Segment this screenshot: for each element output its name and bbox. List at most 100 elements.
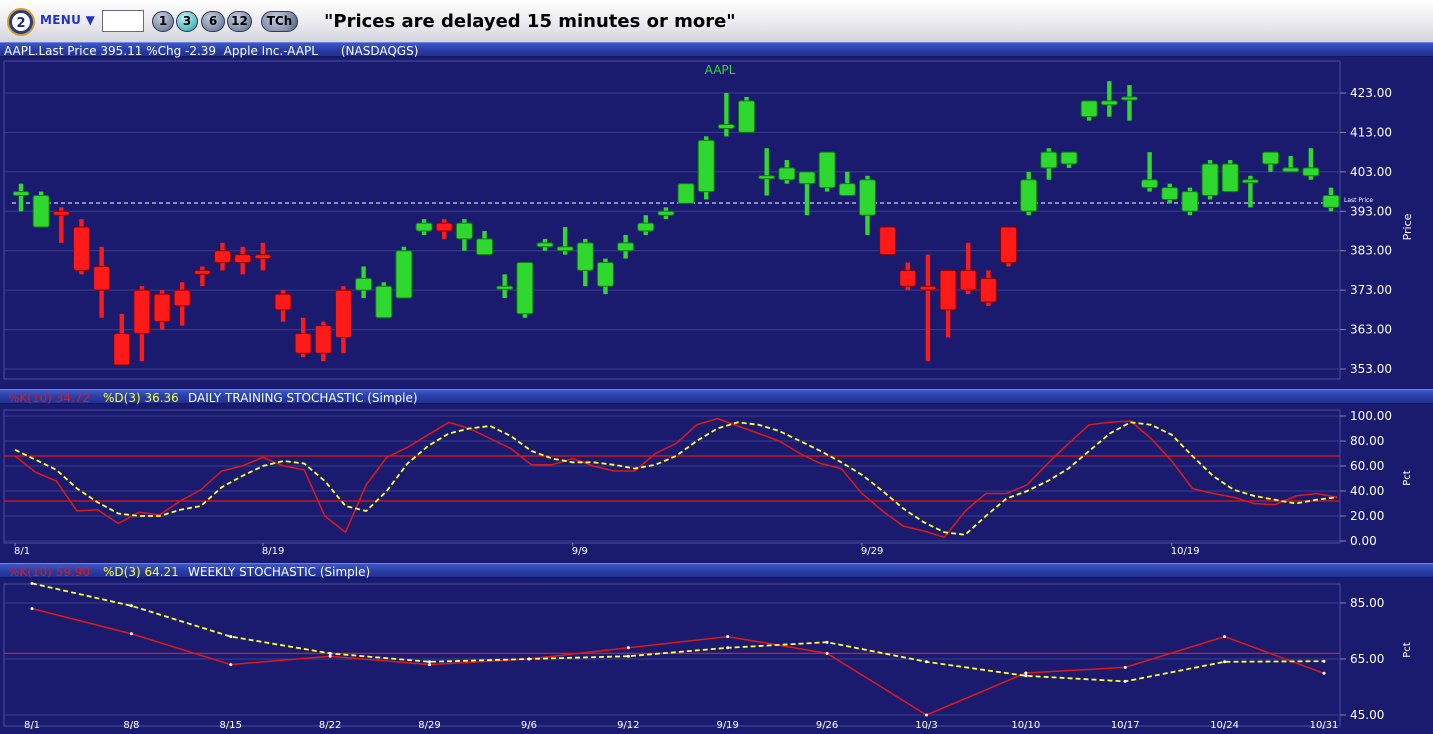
weekly-x-tick-label: 10/31 [1310, 720, 1339, 731]
weekly-tick-label: 85.00 [1350, 596, 1384, 610]
weekly-x-tick-label: 10/24 [1210, 720, 1239, 731]
weekly-data-point [924, 660, 928, 664]
weekly-data-point [428, 660, 432, 664]
weekly-data-point [1322, 659, 1326, 663]
daily-tick-label: 100.00 [1350, 409, 1392, 423]
price-chart[interactable]: 423.00 413.00 403.00 393.00 383.00 373.00 363.… [0, 57, 1433, 389]
candle-up [758, 175, 776, 180]
candle-down [899, 269, 917, 287]
weekly-data-point [1024, 671, 1028, 675]
weekly-x-tick-label: 9/6 [521, 720, 537, 731]
candle-wick [18, 183, 24, 212]
weekly-x-tick-label: 8/22 [319, 720, 341, 731]
weekly-data-point [626, 654, 630, 658]
candle-wick [724, 93, 729, 137]
candle-up [1040, 151, 1058, 169]
weekly-data-point [328, 651, 332, 655]
daily-tick-label: 60.00 [1350, 459, 1384, 473]
candle-down [435, 222, 453, 232]
candle-up [32, 195, 50, 228]
weekly-data-point [328, 654, 332, 658]
candle-down [254, 254, 272, 260]
weekly-stochastic-chart[interactable]: 85.00 65.00 45.00 Pct 8/1 8/8 8/15 8/22 8/29 9/6 9… [0, 578, 1433, 734]
weekly-stoch-header-bar: %K(10) 59.90 %D(3) 64.21 WEEKLY STOCHAST… [0, 563, 1433, 579]
daily-k-value: %K(10) 34.72 [8, 391, 91, 405]
price-chart-title: AAPL [705, 63, 736, 77]
weekly-k-value: %K(10) 59.90 [8, 565, 91, 579]
candle-up [798, 171, 816, 185]
candle-down [274, 293, 292, 311]
candle-wick [764, 148, 769, 196]
toolbar: 2 MENU ▼ 1 3 6 12 TCh "Prices are delaye… [0, 0, 1433, 43]
period-1-button[interactable]: 1 [152, 11, 174, 32]
weekly-x-tick-label: 8/29 [418, 720, 440, 731]
candle-down [919, 285, 937, 291]
candle-down [879, 226, 897, 256]
weekly-data-point [1024, 674, 1028, 678]
candle-up [375, 285, 393, 319]
tch-button[interactable]: TCh [261, 11, 298, 32]
candle-up [1322, 195, 1340, 208]
candle-wick [925, 254, 931, 362]
daily-axis-label: Pct [1402, 470, 1413, 486]
candle-up [677, 183, 695, 204]
candle-up [536, 242, 554, 248]
candle-up [415, 222, 433, 232]
app-logo-icon[interactable]: 2 [7, 8, 35, 36]
svg-text:2: 2 [16, 16, 25, 31]
price-tick-label: 363.00 [1350, 323, 1392, 337]
candle-up [697, 139, 715, 193]
weekly-x-tick-label: 10/3 [915, 720, 937, 731]
weekly-data-point [825, 640, 829, 644]
weekly-data-point [1223, 635, 1227, 639]
candle-up [1241, 179, 1259, 184]
weekly-data-point [726, 635, 730, 639]
candle-down [153, 293, 171, 323]
candle-down [193, 269, 211, 275]
price-tick-label: 403.00 [1350, 165, 1392, 179]
daily-x-tick-label: 8/1 [14, 546, 30, 557]
daily-x-tick-label: 9/9 [572, 546, 588, 557]
weekly-stoch-title: WEEKLY STOCHASTIC (Simple) [188, 565, 371, 579]
candle-up [1262, 151, 1280, 165]
price-axis-label: Price [1401, 213, 1414, 240]
candle-down [979, 277, 997, 303]
candle-up [657, 210, 675, 216]
weekly-data-point [825, 651, 829, 655]
daily-x-tick-label: 8/19 [262, 546, 284, 557]
symbol-input[interactable] [102, 10, 144, 32]
weekly-data-point [129, 632, 133, 636]
candle-up [1120, 96, 1138, 101]
weekly-data-point [924, 713, 928, 717]
candle-up [355, 277, 373, 291]
candle-up [1181, 191, 1199, 212]
weekly-x-tick-label: 9/26 [816, 720, 838, 731]
period-3-button[interactable]: 3 [176, 11, 198, 32]
weekly-x-tick-label: 9/19 [716, 720, 738, 731]
candle-down [113, 333, 131, 366]
candle-down [334, 289, 352, 338]
daily-stoch-title: DAILY TRAINING STOCHASTIC (Simple) [188, 391, 418, 405]
candle-up [455, 222, 473, 240]
quote-header-bar: AAPL.Last Price 395.11 %Chg -2.39 Apple … [0, 42, 1433, 58]
weekly-data-point [229, 635, 233, 639]
candle-up [637, 222, 655, 232]
candle-up [838, 183, 856, 197]
quote-text: AAPL.Last Price 395.11 %Chg -2.39 Apple … [4, 44, 419, 58]
menu-button[interactable]: MENU ▼ [40, 13, 95, 27]
weekly-x-tick-label: 10/10 [1011, 720, 1040, 731]
daily-tick-label: 0.00 [1350, 534, 1377, 548]
candle-up [1221, 163, 1239, 193]
weekly-data-point [30, 581, 34, 585]
weekly-data-point [527, 657, 531, 661]
candle-up [395, 250, 413, 299]
weekly-data-point [30, 607, 34, 611]
candle-up [717, 124, 735, 129]
weekly-d-value: %D(3) 64.21 [103, 565, 179, 579]
period-6-button[interactable]: 6 [201, 11, 225, 32]
last-price-label: Last Price [1344, 197, 1373, 204]
period-12-button[interactable]: 12 [227, 11, 252, 32]
daily-stochastic-chart[interactable]: 100.00 80.00 60.00 40.00 20.00 0.00 Pct 8/1 8/19… [0, 404, 1433, 563]
price-tick-label: 423.00 [1350, 86, 1392, 100]
daily-x-tick-label: 9/29 [861, 546, 883, 557]
